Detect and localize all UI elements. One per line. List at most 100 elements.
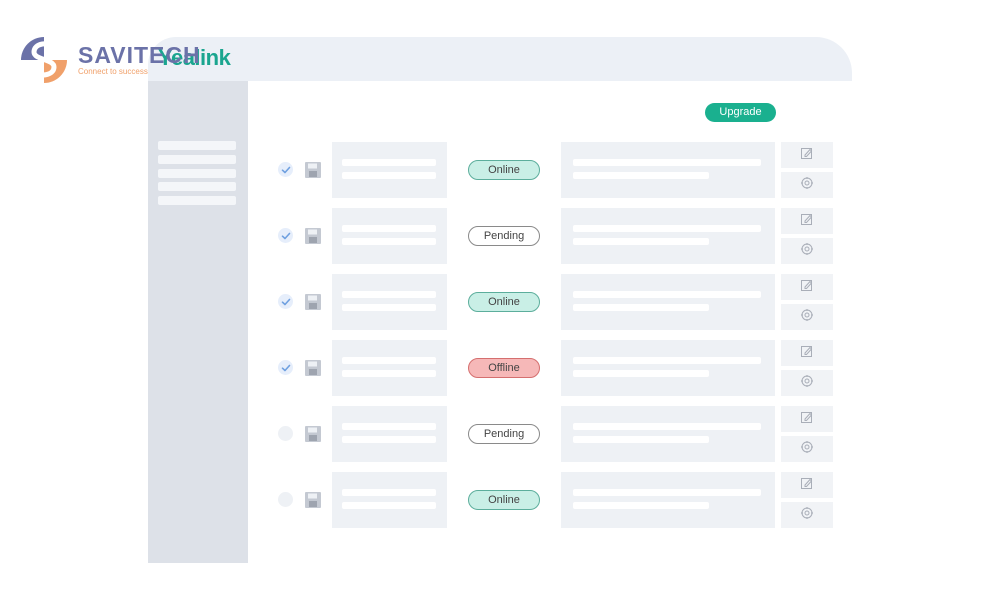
status-badge: Online — [468, 292, 540, 312]
sidebar-item[interactable] — [158, 155, 236, 164]
placeholder-line — [573, 304, 709, 311]
floppy-disk-icon[interactable] — [304, 161, 322, 179]
device-row: Online — [248, 472, 852, 530]
edit-icon — [800, 476, 814, 495]
row-checkbox[interactable] — [278, 426, 293, 441]
placeholder-line — [573, 159, 761, 166]
row-checkbox[interactable] — [278, 162, 293, 177]
settings-gear-icon — [800, 440, 814, 459]
edit-button[interactable] — [781, 472, 833, 498]
settings-button[interactable] — [781, 370, 833, 396]
device-info-cell — [332, 142, 447, 198]
settings-button[interactable] — [781, 502, 833, 528]
placeholder-line — [342, 357, 436, 364]
settings-button[interactable] — [781, 304, 833, 330]
page: SAVITECH Connect to success Yealink Upgr… — [0, 0, 1000, 600]
floppy-disk-icon[interactable] — [304, 227, 322, 245]
status-badge: Offline — [468, 358, 540, 378]
status-badge: Pending — [468, 226, 540, 246]
edit-button[interactable] — [781, 340, 833, 366]
edit-icon — [800, 146, 814, 165]
edit-button[interactable] — [781, 274, 833, 300]
device-details-cell — [561, 406, 775, 462]
savitech-logo-mark-icon — [21, 37, 67, 83]
sidebar-item[interactable] — [158, 169, 236, 178]
row-checkbox[interactable] — [278, 492, 293, 507]
row-checkbox[interactable] — [278, 294, 293, 309]
settings-gear-icon — [800, 242, 814, 261]
settings-button[interactable] — [781, 436, 833, 462]
device-details-cell — [561, 340, 775, 396]
row-checkbox[interactable] — [278, 360, 293, 375]
floppy-disk-icon[interactable] — [304, 425, 322, 443]
placeholder-line — [342, 489, 436, 496]
edit-icon — [800, 212, 814, 231]
settings-gear-icon — [800, 374, 814, 393]
status-badge: Online — [468, 490, 540, 510]
row-checkbox[interactable] — [278, 228, 293, 243]
window-titlebar: Yealink — [148, 37, 852, 81]
sidebar-item[interactable] — [158, 196, 236, 205]
savitech-logo-name: SAVITECH — [78, 42, 201, 68]
placeholder-line — [342, 370, 436, 377]
placeholder-line — [573, 291, 761, 298]
savitech-logo-tagline: Connect to success — [78, 67, 148, 76]
checkmark-icon — [281, 165, 291, 175]
placeholder-line — [573, 357, 761, 364]
placeholder-line — [342, 225, 436, 232]
settings-gear-icon — [800, 176, 814, 195]
edit-icon — [800, 410, 814, 429]
placeholder-line — [342, 502, 436, 509]
device-row: Pending — [248, 406, 852, 464]
placeholder-line — [342, 436, 436, 443]
edit-button[interactable] — [781, 142, 833, 168]
status-badge: Pending — [468, 424, 540, 444]
placeholder-line — [342, 159, 436, 166]
device-details-cell — [561, 208, 775, 264]
device-info-cell — [332, 472, 447, 528]
placeholder-line — [342, 172, 436, 179]
settings-button[interactable] — [781, 172, 833, 198]
device-row: Online — [248, 274, 852, 332]
placeholder-line — [342, 423, 436, 430]
device-info-cell — [332, 340, 447, 396]
device-row: Pending — [248, 208, 852, 266]
status-badge: Online — [468, 160, 540, 180]
placeholder-line — [573, 172, 709, 179]
checkmark-icon — [281, 363, 291, 373]
device-list-panel: Upgrade Online Pending Online Offline Pendin… — [248, 81, 852, 563]
placeholder-line — [342, 291, 436, 298]
edit-button[interactable] — [781, 208, 833, 234]
edit-icon — [800, 278, 814, 297]
placeholder-line — [573, 225, 761, 232]
edit-icon — [800, 344, 814, 363]
placeholder-line — [342, 238, 436, 245]
upgrade-button[interactable]: Upgrade — [705, 103, 776, 122]
checkmark-icon — [281, 297, 291, 307]
placeholder-line — [573, 502, 709, 509]
sidebar-item[interactable] — [158, 182, 236, 191]
placeholder-line — [342, 304, 436, 311]
floppy-disk-icon[interactable] — [304, 359, 322, 377]
savitech-logo: SAVITECH Connect to success — [18, 34, 200, 86]
checkmark-icon — [281, 231, 291, 241]
placeholder-line — [573, 238, 709, 245]
device-row: Online — [248, 142, 852, 200]
placeholder-line — [573, 436, 709, 443]
device-info-cell — [332, 274, 447, 330]
sidebar — [148, 81, 248, 563]
device-info-cell — [332, 406, 447, 462]
device-info-cell — [332, 208, 447, 264]
floppy-disk-icon[interactable] — [304, 293, 322, 311]
floppy-disk-icon[interactable] — [304, 491, 322, 509]
settings-gear-icon — [800, 506, 814, 525]
settings-button[interactable] — [781, 238, 833, 264]
edit-button[interactable] — [781, 406, 833, 432]
settings-gear-icon — [800, 308, 814, 327]
device-details-cell — [561, 142, 775, 198]
device-details-cell — [561, 274, 775, 330]
placeholder-line — [573, 489, 761, 496]
device-row: Offline — [248, 340, 852, 398]
sidebar-item[interactable] — [158, 141, 236, 150]
placeholder-line — [573, 370, 709, 377]
